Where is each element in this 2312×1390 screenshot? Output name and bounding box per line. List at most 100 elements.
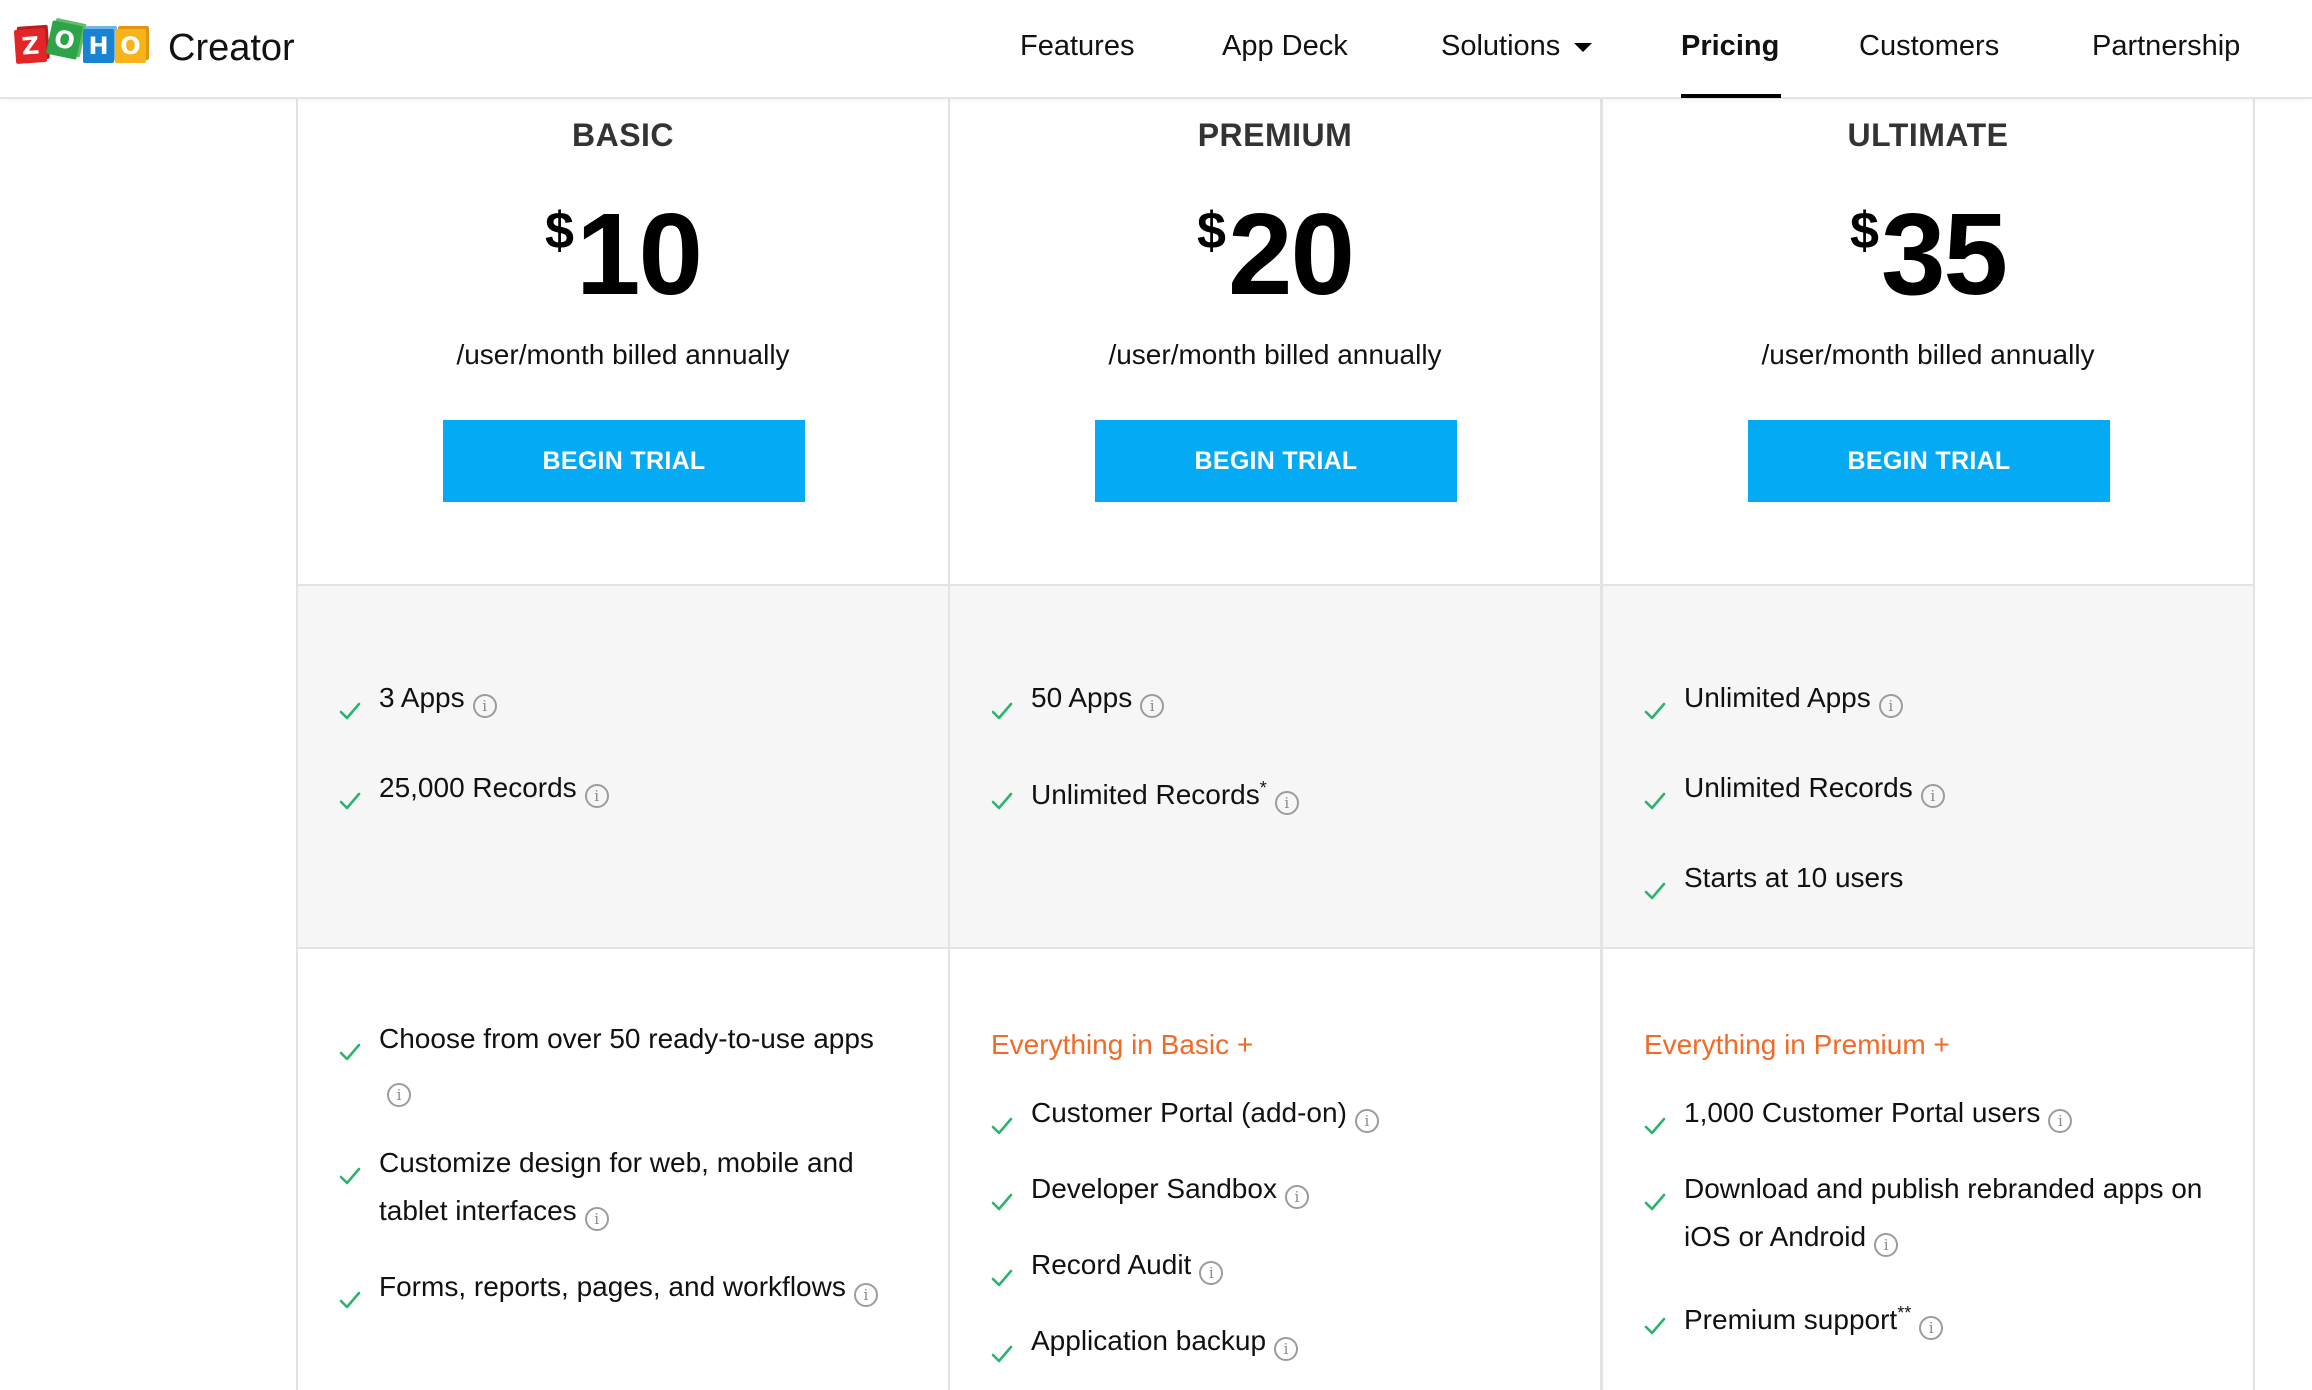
feature-text: Customize design for web, mobile and tab… xyxy=(379,1147,854,1226)
feature-item: Developer Sandbox i xyxy=(991,1165,1551,1213)
billing-period: /user/month billed annually xyxy=(456,339,790,370)
plan-header: PREMIUM $20 /user/month billed annually … xyxy=(950,99,1600,584)
begin-trial-button[interactable]: BEGIN TRIAL xyxy=(1095,420,1457,502)
plan-limits: Unlimited Apps i Unlimited Records i Starts … xyxy=(1603,584,2253,949)
info-icon[interactable]: i xyxy=(1140,694,1165,718)
info-icon[interactable]: i xyxy=(1874,1233,1899,1257)
feature-text: Developer Sandbox xyxy=(1031,1173,1277,1204)
plan-features: Everything in Premium + 1,000 Customer P… xyxy=(1603,949,2253,1390)
info-icon[interactable]: i xyxy=(1920,784,1945,808)
feature-text: Application backup xyxy=(1031,1325,1267,1356)
feature-text: Unlimited Apps xyxy=(1684,682,1871,713)
nav-customers[interactable]: Customers xyxy=(1859,28,1999,64)
check-icon xyxy=(339,1029,361,1061)
feature-text: Forms, reports, pages, and workflows xyxy=(379,1271,846,1302)
info-icon[interactable]: i xyxy=(2048,1109,2073,1133)
feature-text: Unlimited Records xyxy=(1031,779,1260,810)
feature-item: Premium support** i xyxy=(1644,1289,2204,1344)
feature-text: Unlimited Records xyxy=(1684,772,1913,803)
footnote-marker: * xyxy=(1259,778,1267,798)
info-icon[interactable]: i xyxy=(387,1083,411,1107)
brand-name-link[interactable]: Creator xyxy=(168,26,295,70)
features-list: Choose from over 50 ready-to-use appsi Cu… xyxy=(339,1015,899,1339)
check-icon xyxy=(339,1277,361,1309)
check-icon xyxy=(1644,1303,1666,1335)
check-icon xyxy=(991,1179,1013,1211)
plan-features: Everything in Basic + Customer Portal (a… xyxy=(950,949,1600,1390)
caret-down-icon xyxy=(1574,42,1593,52)
plan-price: $35 xyxy=(1603,189,2253,319)
plan-limits: 3 Apps i 25,000 Records i xyxy=(298,584,948,949)
info-icon[interactable]: i xyxy=(1284,1185,1309,1209)
info-icon[interactable]: i xyxy=(1274,1337,1299,1361)
feature-text: 3 Apps xyxy=(379,682,465,713)
nav-features[interactable]: Features xyxy=(1020,28,1134,64)
feature-item: 3 Apps i xyxy=(339,674,899,722)
info-icon[interactable]: i xyxy=(1199,1261,1224,1285)
begin-trial-button[interactable]: BEGIN TRIAL xyxy=(443,420,805,502)
nav-solutions-label: Solutions xyxy=(1441,30,1561,62)
info-icon[interactable]: i xyxy=(472,694,497,718)
info-icon[interactable]: i xyxy=(853,1283,878,1307)
check-icon xyxy=(991,1331,1013,1363)
plan-name: ULTIMATE xyxy=(1847,117,2009,153)
logo-tile-h: H xyxy=(83,29,114,63)
feature-text: 50 Apps xyxy=(1031,682,1133,713)
includes-previous-label: Everything in Basic + xyxy=(991,1029,1254,1060)
features-list: Customer Portal (add-on) i Developer Sandb… xyxy=(991,1089,1551,1390)
check-icon xyxy=(339,1153,361,1185)
feature-text: Record Audit xyxy=(1031,1249,1192,1280)
nav-app-deck[interactable]: App Deck xyxy=(1222,28,1348,64)
plan-header: ULTIMATE $35 /user/month billed annually… xyxy=(1603,99,2253,584)
nav-partnership[interactable]: Partnership xyxy=(2092,28,2240,64)
price-amount: 35 xyxy=(1880,189,2008,319)
plan-price: $10 xyxy=(298,189,948,319)
feature-item: Record Audit i xyxy=(991,1241,1551,1289)
feature-text: 25,000 Records xyxy=(379,772,577,803)
info-icon[interactable]: i xyxy=(1919,1316,1944,1340)
info-icon[interactable]: i xyxy=(584,784,609,808)
check-icon xyxy=(1644,688,1666,720)
check-icon xyxy=(1644,778,1666,810)
feature-item: Unlimited Records* i xyxy=(991,764,1551,819)
feature-item: Forms, reports, pages, and workflows i xyxy=(339,1263,899,1311)
check-icon xyxy=(339,688,361,720)
plan-ultimate: ULTIMATE $35 /user/month billed annually… xyxy=(1601,99,2255,1390)
feature-item: Unlimited Records i xyxy=(1644,764,2204,812)
feature-text: Premium support xyxy=(1684,1304,1898,1335)
features-list: 1,000 Customer Portal users i Download and… xyxy=(1644,1089,2204,1372)
billing-period: /user/month billed annually xyxy=(1108,339,1442,370)
price-amount: 20 xyxy=(1227,189,1355,319)
footnote-marker: ** xyxy=(1897,1303,1912,1323)
feature-item: Starts at 10 users xyxy=(1644,854,2204,902)
plan-price: $20 xyxy=(950,189,1600,319)
zoho-logo-icon[interactable]: Z O H O xyxy=(13,20,147,71)
feature-text: 1,000 Customer Portal users xyxy=(1684,1097,2041,1128)
feature-item: Customer Portal (add-on) i xyxy=(991,1089,1551,1137)
begin-trial-button[interactable]: BEGIN TRIAL xyxy=(1748,420,2110,502)
currency-symbol: $ xyxy=(545,202,574,260)
feature-text: Customer Portal (add-on) xyxy=(1031,1097,1347,1128)
logo-tile-z: Z xyxy=(13,27,48,65)
limits-list: Unlimited Apps i Unlimited Records i Starts … xyxy=(1644,674,2204,944)
currency-symbol: $ xyxy=(1850,202,1879,260)
info-icon[interactable]: i xyxy=(1354,1109,1379,1133)
feature-item: Customize design for web, mobile and tab… xyxy=(339,1139,899,1235)
check-icon xyxy=(1644,1103,1666,1135)
check-icon xyxy=(991,688,1013,720)
price-amount: 10 xyxy=(575,189,703,319)
currency-symbol: $ xyxy=(1197,202,1226,260)
check-icon xyxy=(991,1103,1013,1135)
feature-item: 25,000 Records i xyxy=(339,764,899,812)
limits-list: 3 Apps i 25,000 Records i xyxy=(339,674,899,854)
feature-text: Download and publish rebranded apps on i… xyxy=(1684,1173,2203,1252)
plan-basic: BASIC $10 /user/month billed annually BE… xyxy=(296,99,950,1390)
info-icon[interactable]: i xyxy=(1878,694,1903,718)
info-icon[interactable]: i xyxy=(1274,791,1299,815)
info-icon[interactable]: i xyxy=(584,1207,609,1231)
logo-tile-o: O xyxy=(45,20,84,60)
plan-name: BASIC xyxy=(571,117,675,153)
nav-solutions[interactable]: Solutions xyxy=(1441,28,1593,64)
nav-pricing[interactable]: Pricing xyxy=(1681,28,1779,64)
check-icon xyxy=(1644,1179,1666,1211)
